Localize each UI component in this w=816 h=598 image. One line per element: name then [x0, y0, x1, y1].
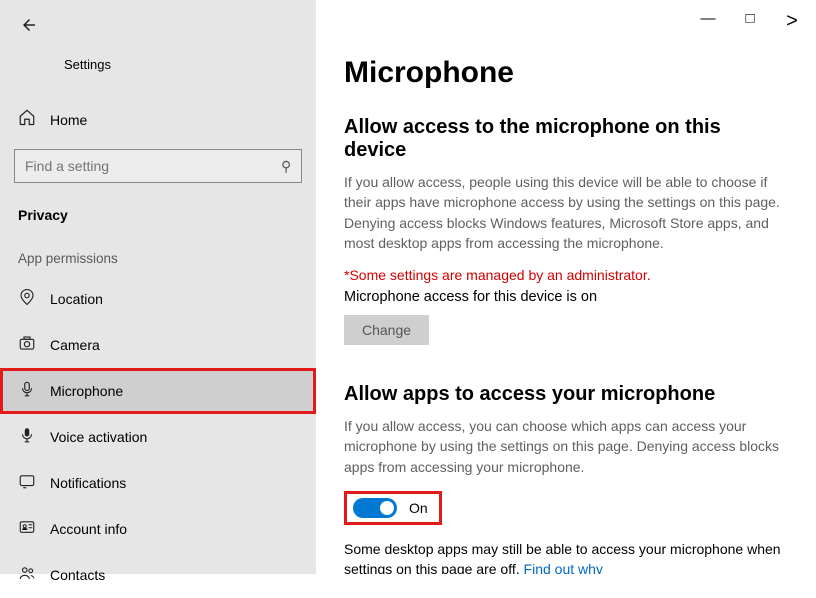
search-input-wrap[interactable]: ⚲: [14, 149, 302, 183]
allow-apps-toggle[interactable]: [353, 498, 397, 518]
window-title: Settings: [64, 57, 111, 72]
main-content: — □ > Microphone Allow access to the mic…: [316, 0, 816, 574]
camera-icon: [18, 334, 36, 357]
notifications-icon: [18, 472, 36, 495]
section2-footer: Some desktop apps may still be able to a…: [344, 539, 784, 574]
microphone-icon: [18, 380, 36, 403]
allow-apps-toggle-row: On: [344, 491, 442, 525]
contacts-icon: [18, 564, 36, 587]
sidebar-item-location[interactable]: Location: [0, 276, 316, 322]
back-button[interactable]: [0, 10, 316, 39]
mic-access-status: Microphone access for this device is on: [344, 289, 788, 305]
window-controls: — □ >: [698, 0, 816, 33]
search-icon: ⚲: [281, 158, 291, 175]
voice-icon: [18, 426, 36, 449]
home-nav[interactable]: Home: [0, 90, 316, 149]
sidebar: Settings Home ⚲ Privacy App permissions …: [0, 0, 316, 574]
sidebar-item-notifications[interactable]: Notifications: [0, 460, 316, 506]
sidebar-item-contacts[interactable]: Contacts: [0, 552, 316, 598]
sidebar-item-label: Notifications: [50, 475, 126, 491]
sidebar-item-label: Account info: [50, 521, 127, 537]
sidebar-item-camera[interactable]: Camera: [0, 322, 316, 368]
home-icon: [18, 108, 36, 131]
toggle-state-label: On: [409, 500, 428, 516]
minimize-button[interactable]: —: [698, 10, 718, 33]
section1-heading: Allow access to the microphone on this d…: [344, 116, 788, 162]
sidebar-item-label: Location: [50, 291, 103, 307]
sidebar-item-label: Voice activation: [50, 429, 147, 445]
account-icon: [18, 518, 36, 541]
category-label: Privacy: [0, 199, 316, 251]
back-arrow-icon: [20, 16, 38, 34]
section2-body: If you allow access, you can choose whic…: [344, 416, 784, 477]
location-icon: [18, 288, 36, 311]
home-label: Home: [50, 112, 87, 128]
sidebar-item-voice-activation[interactable]: Voice activation: [0, 414, 316, 460]
page-title: Microphone: [344, 56, 788, 90]
maximize-button[interactable]: □: [740, 10, 760, 33]
sidebar-item-label: Camera: [50, 337, 100, 353]
admin-note: *Some settings are managed by an adminis…: [344, 267, 788, 283]
section1-body: If you allow access, people using this d…: [344, 172, 784, 253]
sidebar-item-account-info[interactable]: Account info: [0, 506, 316, 552]
sidebar-item-label: Contacts: [50, 567, 105, 583]
section2-heading: Allow apps to access your microphone: [344, 383, 788, 406]
find-out-why-link[interactable]: Find out why: [524, 561, 603, 574]
change-button[interactable]: Change: [344, 315, 429, 345]
section-label: App permissions: [0, 251, 316, 276]
close-button[interactable]: >: [782, 10, 802, 33]
search-input[interactable]: [25, 158, 281, 174]
sidebar-item-label: Microphone: [50, 383, 123, 399]
sidebar-item-microphone[interactable]: Microphone: [0, 368, 316, 414]
